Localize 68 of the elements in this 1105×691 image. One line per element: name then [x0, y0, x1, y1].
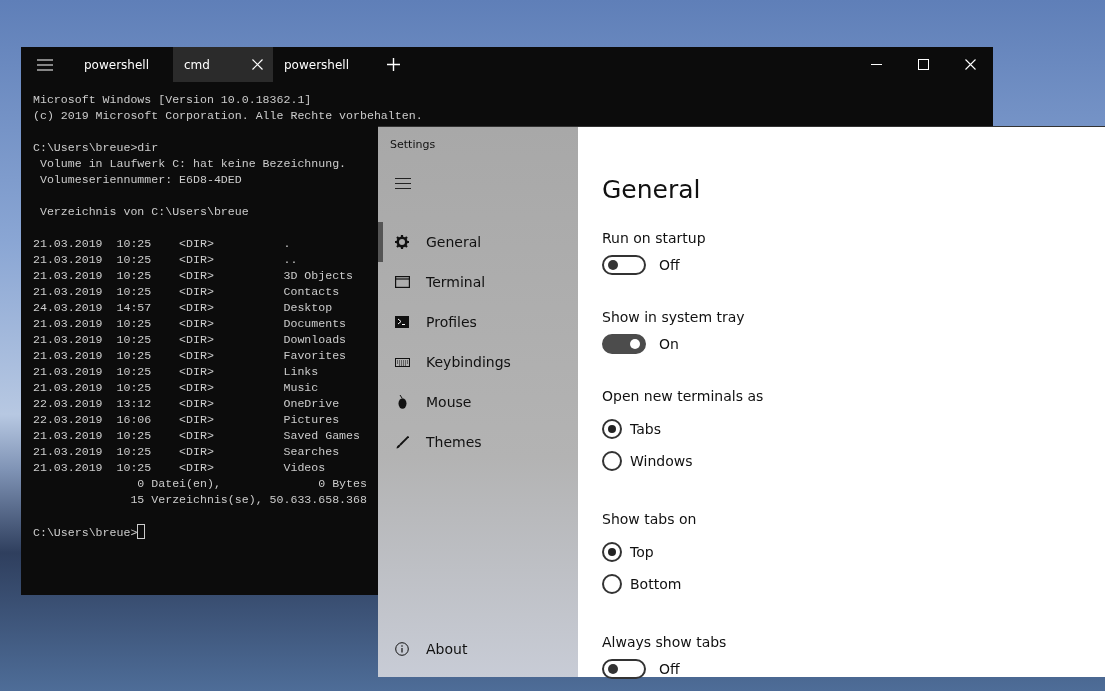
terminal-line: 21.03.2019 10:25 <DIR> Downloads	[33, 333, 347, 346]
toggle-switch[interactable]	[602, 255, 646, 275]
about-nav-item[interactable]: About	[378, 629, 578, 669]
terminal-line: 21.03.2019 10:25 <DIR> Saved Games	[33, 429, 360, 442]
terminal-line: Volumeseriennummer: E6D8-4DED	[38, 173, 242, 186]
window-icon	[394, 276, 410, 288]
close-icon[interactable]	[252, 59, 263, 70]
terminal-line: 21.03.2019 10:25 <DIR> .	[33, 237, 291, 250]
toggle-state-text: On	[659, 336, 679, 352]
menu-icon[interactable]	[395, 178, 411, 189]
toggle-switch[interactable]	[602, 659, 646, 679]
toggle-state-text: Off	[659, 661, 680, 677]
terminal-line: (c) 2019 Microsoft Corporation. Alle Rechte vorbehalten.	[33, 109, 423, 122]
keyboard-icon	[394, 357, 410, 367]
toggle-state-text: Off	[659, 257, 680, 273]
terminal-line: Volume in Laufwerk C: hat keine Bezeichnung.	[38, 157, 347, 170]
terminal-line: 21.03.2019 10:25 <DIR> Contacts	[33, 285, 340, 298]
setting-label: Run on startup	[602, 230, 707, 246]
terminal-line: 22.03.2019 13:12 <DIR> OneDrive	[33, 397, 340, 410]
terminal-line: 0 Datei(en), 0 Bytes	[136, 477, 367, 490]
nav-item[interactable]: Terminal	[378, 262, 578, 302]
setting-label: Show tabs on	[602, 511, 698, 527]
terminal-line: 21.03.2019 10:25 <DIR> 3D Objects	[33, 269, 354, 282]
nav-item[interactable]: Keybindings	[378, 342, 578, 382]
terminal-line: 15 Verzeichnis(se), 50.633.658.368	[129, 493, 367, 506]
nav-item[interactable]: General	[378, 222, 578, 262]
terminal-line: 22.03.2019 16:06 <DIR> Pictures	[33, 413, 340, 426]
maximize-icon[interactable]	[918, 59, 929, 70]
terminal-line: 21.03.2019 10:25 <DIR> Links	[33, 365, 319, 378]
close-icon[interactable]	[965, 59, 976, 70]
terminal-tab[interactable]: powershell	[273, 47, 373, 82]
terminal-line: 21.03.2019 10:25 <DIR> Music	[33, 381, 319, 394]
console-icon	[395, 316, 409, 328]
terminal-line: Verzeichnis von C:\Users\breue	[38, 205, 249, 218]
plus-icon[interactable]	[387, 58, 400, 71]
terminal-line: 24.03.2019 14:57 <DIR> Desktop	[33, 301, 333, 314]
radio-button[interactable]	[602, 451, 622, 471]
radio-button[interactable]	[602, 574, 622, 594]
terminal-tab[interactable]: powershell	[73, 47, 173, 82]
radio-label: Top	[630, 544, 654, 560]
radio-label: Tabs	[630, 421, 661, 437]
window-title: Settings	[389, 137, 437, 151]
radio-button[interactable]	[602, 419, 622, 439]
radio-button[interactable]	[602, 542, 622, 562]
text-cursor	[137, 524, 146, 539]
page-heading: General	[602, 175, 702, 204]
mouse-icon	[397, 395, 407, 409]
terminal-line: 21.03.2019 10:25 <DIR> ..	[33, 253, 298, 266]
toggle-switch[interactable]	[602, 334, 646, 354]
brush-icon	[395, 435, 409, 449]
nav-item[interactable]: Profiles	[378, 302, 578, 342]
terminal-line: 21.03.2019 10:25 <DIR> Searches	[33, 445, 340, 458]
terminal-line: 21.03.2019 10:25 <DIR> Favorites	[33, 349, 347, 362]
info-icon	[395, 642, 409, 656]
terminal-prompt: C:\Users\breue>	[33, 526, 138, 539]
radio-label: Windows	[630, 453, 693, 469]
terminal-line: C:\Users\breue>dir	[33, 141, 159, 154]
nav-item[interactable]: Mouse	[378, 382, 578, 422]
terminal-line: 21.03.2019 10:25 <DIR> Videos	[33, 461, 326, 474]
terminal-tab[interactable]: cmd	[173, 47, 273, 82]
nav-item[interactable]: Themes	[378, 422, 578, 462]
terminal-line: Microsoft Windows [Version 10.0.18362.1]	[33, 93, 312, 106]
radio-label: Bottom	[630, 576, 682, 592]
setting-label: Show in system tray	[602, 309, 746, 325]
setting-label: Open new terminals as	[602, 388, 765, 404]
setting-label: Always show tabs	[602, 634, 728, 650]
gear-icon	[395, 235, 409, 249]
terminal-line: 21.03.2019 10:25 <DIR> Documents	[33, 317, 347, 330]
